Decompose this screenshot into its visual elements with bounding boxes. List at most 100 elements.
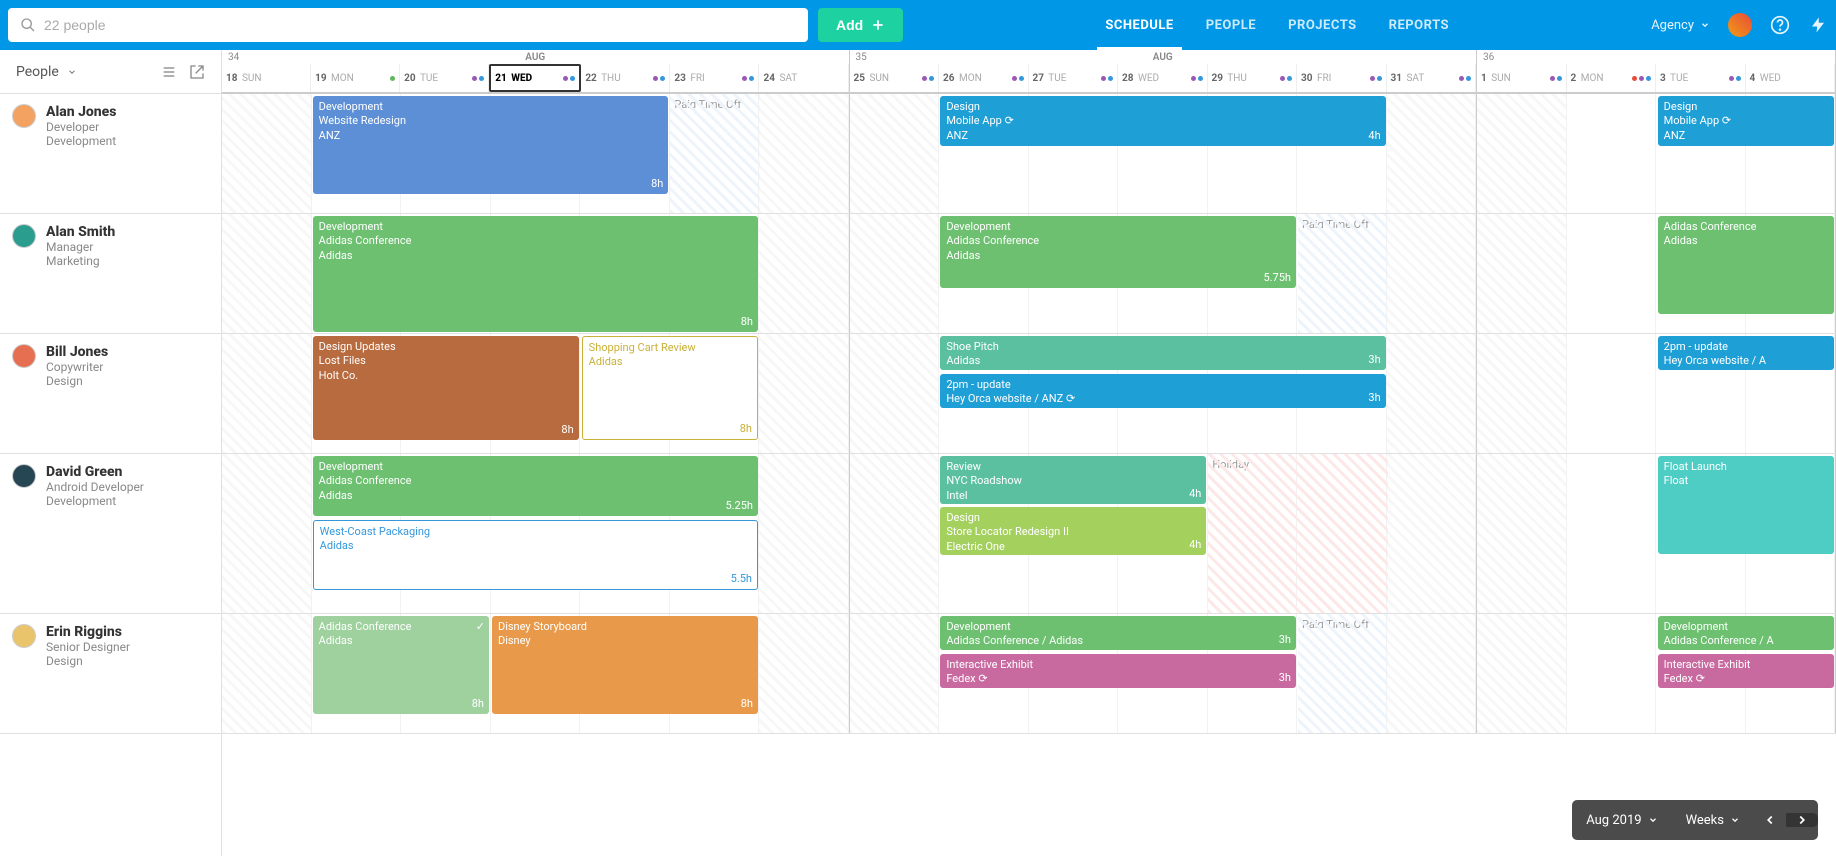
task-block[interactable]: DevelopmentAdidas ConferenceAdidas5.25h [313, 456, 758, 516]
bolt-icon[interactable] [1808, 15, 1828, 35]
task-block[interactable]: Adidas ConferenceAdidas [1658, 216, 1834, 314]
holiday-label: Holiday [1212, 458, 1249, 471]
day-header[interactable]: 23 FRI [670, 64, 759, 92]
task-block[interactable]: DevelopmentWebsite RedesignANZ8h [313, 96, 669, 194]
task-block[interactable]: DesignMobile App ⟳ANZ4h [940, 96, 1385, 146]
task-block[interactable]: 2pm - updateHey Orca website / ANZ ⟳3h [940, 374, 1385, 408]
task-block[interactable]: Shopping Cart ReviewAdidas8h [582, 336, 758, 440]
task-block[interactable]: West-Coast PackagingAdidas5.5h [313, 520, 758, 590]
task-block[interactable]: Interactive ExhibitFedex ⟳3h [940, 654, 1296, 688]
person-role: Senior Designer [46, 640, 130, 654]
task-block[interactable]: Adidas ConferenceAdidas8h✓ [313, 616, 489, 714]
day-header[interactable]: 1 SUN [1477, 64, 1567, 92]
task-block[interactable]: Disney StoryboardDisney8h [492, 616, 758, 714]
task-block[interactable]: DevelopmentAdidas Conference / Adidas3h [940, 616, 1296, 650]
search-box[interactable] [8, 8, 808, 42]
day-header[interactable]: 25 SUN [850, 64, 940, 92]
person-row-header[interactable]: Alan SmithManagerMarketing [0, 214, 221, 334]
person-role: Manager [46, 240, 115, 254]
help-icon[interactable] [1770, 15, 1790, 35]
person-avatar [12, 464, 36, 488]
person-dept: Design [46, 654, 130, 668]
next-button[interactable] [1786, 813, 1818, 827]
add-button[interactable]: Add [818, 8, 903, 42]
day-header[interactable]: 31 SAT [1387, 64, 1477, 92]
person-avatar [12, 624, 36, 648]
nav-projects[interactable]: PROJECTS [1288, 0, 1357, 51]
export-icon[interactable] [189, 64, 205, 80]
range-label: Weeks [1686, 813, 1724, 828]
schedule-track[interactable]: Design UpdatesLost FilesHolt Co.8hShoppi… [222, 334, 1836, 453]
day-header[interactable]: 27 TUE [1029, 64, 1119, 92]
list-icon[interactable] [161, 64, 177, 80]
day-header[interactable]: 24 SAT [759, 64, 848, 92]
people-filter-label: People [16, 64, 59, 80]
schedule-track[interactable]: Adidas ConferenceAdidas8h✓Disney Storybo… [222, 614, 1836, 733]
prev-button[interactable] [1754, 813, 1786, 827]
task-block[interactable]: DevelopmentAdidas ConferenceAdidas8h [313, 216, 758, 332]
day-header[interactable]: 29 THU [1208, 64, 1298, 92]
task-block[interactable]: 2pm - updateHey Orca website / A [1658, 336, 1834, 370]
pto-label: Paid Time Off [1302, 218, 1369, 231]
person-role: Android Developer [46, 480, 144, 494]
month-picker[interactable]: Aug 2019 [1572, 800, 1671, 840]
task-block[interactable]: DevelopmentAdidas ConferenceAdidas5.75h [940, 216, 1296, 288]
schedule-grid: 34AUG18 SUN19 MON20 TUE21 WED22 THU23 FR… [222, 50, 1836, 856]
person-dept: Design [46, 374, 108, 388]
person-role: Developer [46, 120, 116, 134]
person-row-header[interactable]: Erin RigginsSenior DesignerDesign [0, 614, 221, 734]
repeat-icon: ⟳ [1696, 672, 1705, 685]
person-name: Bill Jones [46, 344, 108, 360]
person-name: Alan Jones [46, 104, 116, 120]
week-number: 36 [1483, 52, 1494, 63]
day-header[interactable]: 2 MON [1567, 64, 1657, 92]
app-header: Add SCHEDULE PEOPLE PROJECTS REPORTS Age… [0, 0, 1836, 50]
person-row-header[interactable]: Bill JonesCopywriterDesign [0, 334, 221, 454]
task-block[interactable]: DesignMobile App ⟳ANZ [1658, 96, 1834, 146]
pto-label: Paid Time Off [674, 98, 741, 111]
task-block[interactable]: Interactive ExhibitFedex ⟳ [1658, 654, 1834, 688]
range-picker[interactable]: Weeks [1672, 800, 1754, 840]
nav-reports[interactable]: REPORTS [1389, 0, 1449, 51]
sidebar: People Alan JonesDeveloperDevelopmentAla… [0, 50, 222, 856]
chevron-down-icon [1648, 815, 1658, 825]
task-block[interactable]: Float LaunchFloat [1658, 456, 1834, 554]
month-label: Aug 2019 [1586, 813, 1641, 828]
workspace-label: Agency [1651, 18, 1694, 33]
day-header[interactable]: 20 TUE [400, 64, 489, 92]
schedule-track[interactable]: DevelopmentAdidas ConferenceAdidas8h Deve… [222, 214, 1836, 333]
person-row-header[interactable]: Alan JonesDeveloperDevelopment [0, 94, 221, 214]
workspace-switcher[interactable]: Agency [1651, 18, 1710, 33]
day-header[interactable]: 19 MON [311, 64, 400, 92]
person-avatar [12, 344, 36, 368]
person-row-header[interactable]: David GreenAndroid DeveloperDevelopment [0, 454, 221, 614]
nav-people[interactable]: PEOPLE [1206, 0, 1256, 51]
people-filter-dropdown[interactable]: People [16, 64, 77, 80]
task-block[interactable]: Shoe PitchAdidas3h [940, 336, 1385, 370]
repeat-icon: ⟳ [978, 672, 987, 685]
day-header[interactable]: 21 WED [489, 64, 581, 92]
day-header[interactable]: 30 FRI [1297, 64, 1387, 92]
chevron-down-icon [1700, 20, 1710, 30]
plus-icon [871, 18, 885, 32]
search-input[interactable] [44, 17, 796, 33]
task-block[interactable]: DesignStore Locator Redesign IIElectric … [940, 507, 1206, 555]
day-header[interactable]: 3 TUE [1656, 64, 1746, 92]
user-avatar[interactable] [1728, 13, 1752, 37]
main-nav: SCHEDULE PEOPLE PROJECTS REPORTS [903, 0, 1651, 51]
task-block[interactable]: DevelopmentAdidas Conference / A [1658, 616, 1834, 650]
task-block[interactable]: Design UpdatesLost FilesHolt Co.8h [313, 336, 579, 440]
nav-schedule[interactable]: SCHEDULE [1105, 0, 1173, 51]
day-header[interactable]: 18 SUN [222, 64, 311, 92]
day-header[interactable]: 4 WED [1746, 64, 1836, 92]
task-block[interactable]: ReviewNYC RoadshowIntel4h [940, 456, 1206, 504]
schedule-track[interactable]: DevelopmentAdidas ConferenceAdidas5.25hW… [222, 454, 1836, 613]
schedule-track[interactable]: DevelopmentWebsite RedesignANZ8h Paid Tim… [222, 94, 1836, 213]
week-number: 35 [856, 52, 867, 63]
day-header[interactable]: 28 WED [1118, 64, 1208, 92]
week-number: 34 [228, 52, 239, 63]
day-header[interactable]: 26 MON [939, 64, 1029, 92]
search-icon [20, 17, 36, 33]
person-dept: Marketing [46, 254, 115, 268]
day-header[interactable]: 22 THU [581, 64, 670, 92]
